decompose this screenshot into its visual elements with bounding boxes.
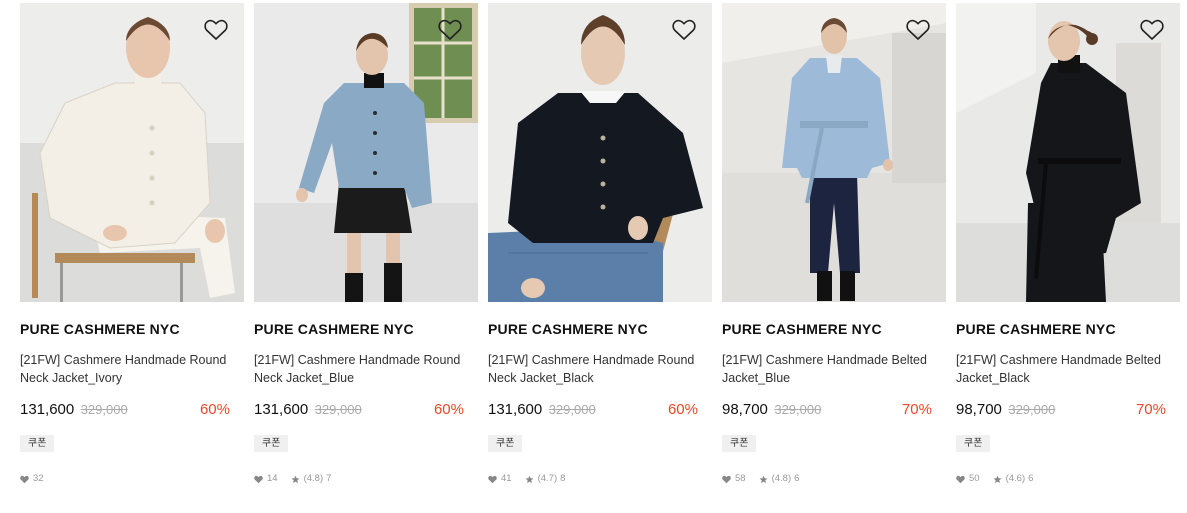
original-price: 329,000 <box>548 402 596 417</box>
price-row: 131,600 329,000 60% <box>254 400 478 420</box>
brand-name: PURE CASHMERE NYC <box>956 321 1116 337</box>
rating-score: (4.8) <box>303 473 324 484</box>
likes-count: 50 <box>969 473 980 484</box>
sale-price: 98,700 <box>956 401 1002 418</box>
coupon-badge: 쿠폰 <box>722 435 757 452</box>
discount-rate: 60% <box>433 401 464 418</box>
product-card[interactable]: PURE CASHMERE NYC [21FW] Cashmere Handma… <box>254 3 478 485</box>
discount-rate: 70% <box>901 401 932 418</box>
wishlist-heart-icon[interactable] <box>672 19 696 41</box>
star-icon <box>759 475 768 483</box>
review-count: 7 <box>326 473 332 484</box>
coupon-badge: 쿠폰 <box>20 435 55 452</box>
product-photo-black-jacket <box>488 3 712 302</box>
rating-score: (4.8) <box>771 473 792 484</box>
original-price: 329,000 <box>1008 402 1056 417</box>
heart-filled-icon <box>20 475 29 483</box>
discount-rate: 70% <box>1135 401 1166 418</box>
wishlist-heart-icon[interactable] <box>204 19 228 41</box>
product-image[interactable] <box>956 3 1180 302</box>
product-image[interactable] <box>488 3 712 302</box>
brand-name: PURE CASHMERE NYC <box>20 321 180 337</box>
product-card[interactable]: PURE CASHMERE NYC [21FW] Cashmere Handma… <box>722 3 946 485</box>
product-grid: PURE CASHMERE NYC [21FW] Cashmere Handma… <box>0 0 1187 513</box>
product-image[interactable] <box>254 3 478 302</box>
likes-count: 58 <box>735 473 746 484</box>
product-meta: 58 (4.8) 6 <box>722 473 946 485</box>
likes-count: 41 <box>501 473 512 484</box>
coupon-badge: 쿠폰 <box>956 435 991 452</box>
price-row: 131,600 329,000 60% <box>20 400 244 420</box>
sale-price: 131,600 <box>488 401 543 418</box>
product-name[interactable]: [21FW] Cashmere Handmade Round Neck Jack… <box>254 351 478 387</box>
product-image[interactable] <box>20 3 244 302</box>
rating-score: (4.7) <box>537 473 558 484</box>
review-count: 6 <box>794 473 800 484</box>
discount-rate: 60% <box>199 401 230 418</box>
star-icon <box>291 475 300 483</box>
sale-price: 131,600 <box>254 401 309 418</box>
product-card[interactable]: PURE CASHMERE NYC [21FW] Cashmere Handma… <box>488 3 712 485</box>
product-name[interactable]: [21FW] Cashmere Handmade Belted Jacket_B… <box>956 351 1180 387</box>
product-card[interactable]: PURE CASHMERE NYC [21FW] Cashmere Handma… <box>20 3 244 485</box>
coupon-badge: 쿠폰 <box>254 435 289 452</box>
heart-filled-icon <box>722 475 731 483</box>
product-meta: 32 <box>20 473 244 485</box>
wishlist-heart-icon[interactable] <box>438 19 462 41</box>
heart-filled-icon <box>956 475 965 483</box>
sale-price: 131,600 <box>20 401 75 418</box>
product-name[interactable]: [21FW] Cashmere Handmade Belted Jacket_B… <box>722 351 946 387</box>
rating-score: (4.6) <box>1005 473 1026 484</box>
brand-name: PURE CASHMERE NYC <box>722 321 882 337</box>
product-meta: 50 (4.6) 6 <box>956 473 1180 485</box>
heart-filled-icon <box>254 475 263 483</box>
coupon-badge: 쿠폰 <box>488 435 523 452</box>
product-photo-black-belted-jacket <box>956 3 1180 302</box>
original-price: 329,000 <box>314 402 362 417</box>
original-price: 329,000 <box>774 402 822 417</box>
product-name[interactable]: [21FW] Cashmere Handmade Round Neck Jack… <box>20 351 244 387</box>
product-meta: 14 (4.8) 7 <box>254 473 478 485</box>
wishlist-heart-icon[interactable] <box>906 19 930 41</box>
price-row: 98,700 329,000 70% <box>722 400 946 420</box>
star-icon <box>993 475 1002 483</box>
likes-count: 32 <box>33 473 44 484</box>
product-photo-blue-belted-jacket <box>722 3 946 302</box>
heart-filled-icon <box>488 475 497 483</box>
product-card[interactable]: PURE CASHMERE NYC [21FW] Cashmere Handma… <box>956 3 1180 485</box>
product-name[interactable]: [21FW] Cashmere Handmade Round Neck Jack… <box>488 351 712 387</box>
review-count: 8 <box>560 473 566 484</box>
product-photo-ivory-jacket <box>20 3 244 302</box>
sale-price: 98,700 <box>722 401 768 418</box>
likes-count: 14 <box>267 473 278 484</box>
wishlist-heart-icon[interactable] <box>1140 19 1164 41</box>
discount-rate: 60% <box>667 401 698 418</box>
price-row: 98,700 329,000 70% <box>956 400 1180 420</box>
star-icon <box>525 475 534 483</box>
product-meta: 41 (4.7) 8 <box>488 473 712 485</box>
product-image[interactable] <box>722 3 946 302</box>
original-price: 329,000 <box>80 402 128 417</box>
review-count: 6 <box>1028 473 1034 484</box>
product-photo-blue-jacket <box>254 3 478 302</box>
price-row: 131,600 329,000 60% <box>488 400 712 420</box>
brand-name: PURE CASHMERE NYC <box>488 321 648 337</box>
brand-name: PURE CASHMERE NYC <box>254 321 414 337</box>
